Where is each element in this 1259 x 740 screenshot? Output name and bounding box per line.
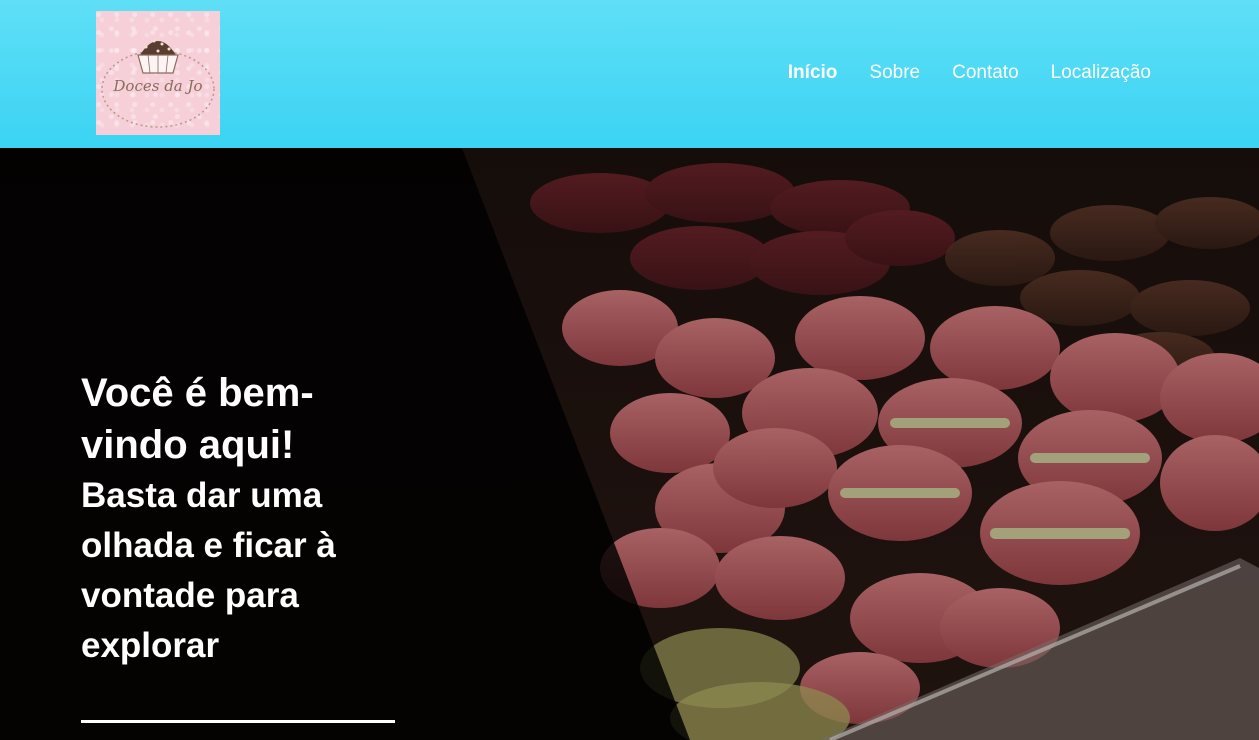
nav-item-sobre[interactable]: Sobre [869,62,920,84]
nav-item-localizacao[interactable]: Localização [1051,62,1151,84]
site-header: Doces da Jo Início Sobre Contato Localiz… [0,0,1259,148]
main-nav: Início Sobre Contato Localização [788,62,1151,84]
cupcake-icon [101,39,215,128]
nav-item-inicio[interactable]: Início [788,62,838,84]
hero-subtitle: Basta dar uma olhada e ficar à vontade p… [81,476,336,665]
brand-logo[interactable]: Doces da Jo [96,11,220,135]
logo-text: Doces da Jo [113,77,203,95]
hero-section: Você é bem-vindo aqui! Basta dar uma olh… [0,148,1259,740]
nav-item-contato[interactable]: Contato [952,62,1019,84]
hero-divider [81,720,395,723]
hero-title: Você é bem-vindo aqui! [81,371,314,467]
hero-text: Você é bem-vindo aqui! Basta dar uma olh… [81,367,411,671]
